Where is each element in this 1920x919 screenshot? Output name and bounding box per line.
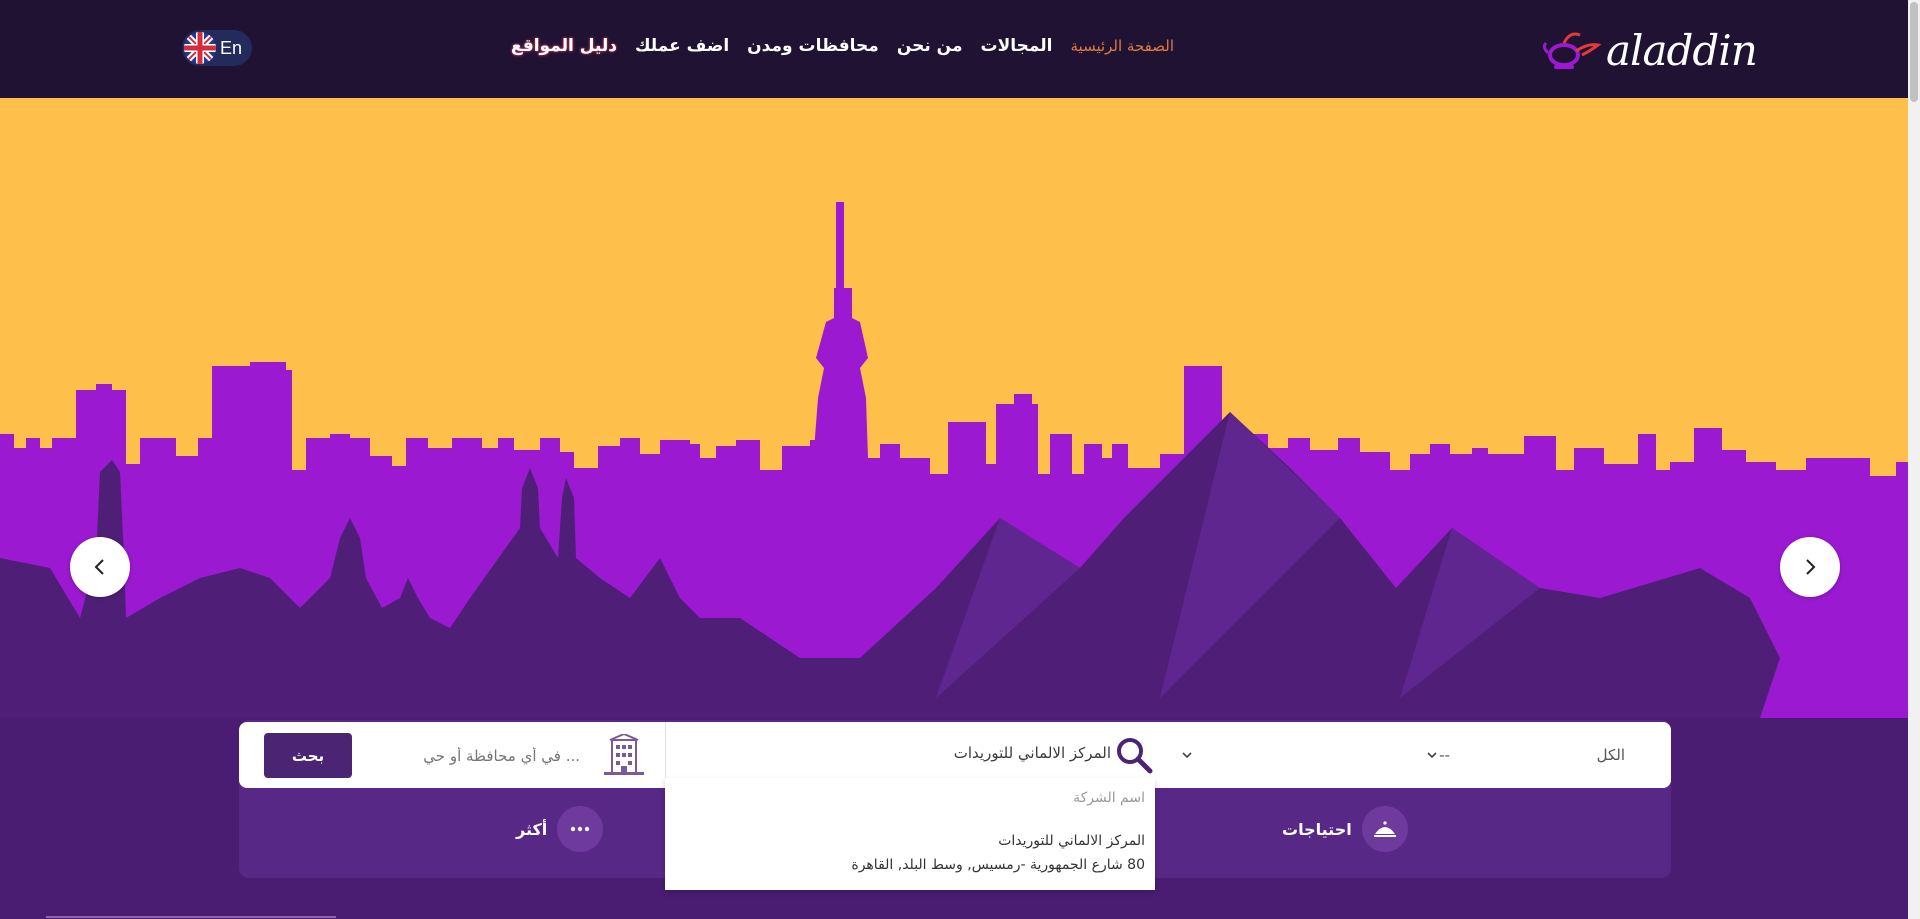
autocomplete-dropdown: اسم الشركة المركز الالماني للتوريدات 80 … <box>665 778 1155 890</box>
uk-flag-icon <box>184 32 216 64</box>
nav-governorates[interactable]: محافظات ومدن <box>747 36 879 56</box>
type-select[interactable]: -- <box>1180 735 1450 775</box>
site-header: aladdin دليل المواقع اضف عملك محافظات وم… <box>0 0 1908 98</box>
logo-text: aladdin <box>1606 25 1758 75</box>
dropdown-header: اسم الشركة <box>1073 790 1145 806</box>
chevron-left-icon <box>94 559 104 575</box>
page-scrollbar[interactable] <box>1908 0 1920 919</box>
chevron-right-icon <box>1806 559 1816 575</box>
search-icon[interactable] <box>1114 735 1154 775</box>
dots-icon <box>557 806 604 852</box>
language-label: En <box>220 37 243 58</box>
carousel-next-button[interactable] <box>1780 537 1840 597</box>
main-nav: دليل المواقع اضف عملك محافظات ومدن من نح… <box>511 36 1184 56</box>
suggestion-address: 80 شارع الجمهورية -رمسيس, وسط البلد, الق… <box>851 857 1145 873</box>
food-tray-icon <box>1361 806 1408 852</box>
scope-select[interactable]: الكل <box>1425 735 1625 775</box>
scope-select-value: الكل <box>1596 746 1625 764</box>
suggestion-name: المركز الالماني للتوريدات <box>998 833 1145 849</box>
category-needs-label: احتياجات <box>1282 819 1352 839</box>
scrollbar-thumb[interactable] <box>1910 2 1918 102</box>
carousel-prev-button[interactable] <box>70 537 130 597</box>
building-icon <box>604 734 644 775</box>
nav-about[interactable]: من نحن <box>897 36 963 56</box>
nav-fields[interactable]: المجالات <box>981 36 1053 56</box>
logo[interactable]: aladdin <box>1540 22 1758 78</box>
section-divider <box>46 916 336 918</box>
chevron-down-icon <box>1427 752 1437 759</box>
search-button[interactable]: بحث <box>264 733 352 778</box>
category-more-label: أكثر <box>516 819 548 839</box>
category-needs[interactable]: احتياجات <box>1282 806 1408 852</box>
category-more[interactable]: أكثر <box>516 806 604 852</box>
company-search-value: المركز الالماني للتوريدات <box>953 744 1111 762</box>
nav-add-business[interactable]: اضف عملك <box>635 36 729 56</box>
location-input[interactable] <box>380 740 580 772</box>
chevron-down-icon <box>1182 752 1192 759</box>
magic-lamp-icon <box>1542 32 1602 69</box>
nav-sites-guide[interactable]: دليل المواقع <box>511 36 617 56</box>
nav-home[interactable]: الصفحة الرئيسية <box>1071 37 1175 55</box>
language-switch[interactable]: En <box>182 30 252 66</box>
